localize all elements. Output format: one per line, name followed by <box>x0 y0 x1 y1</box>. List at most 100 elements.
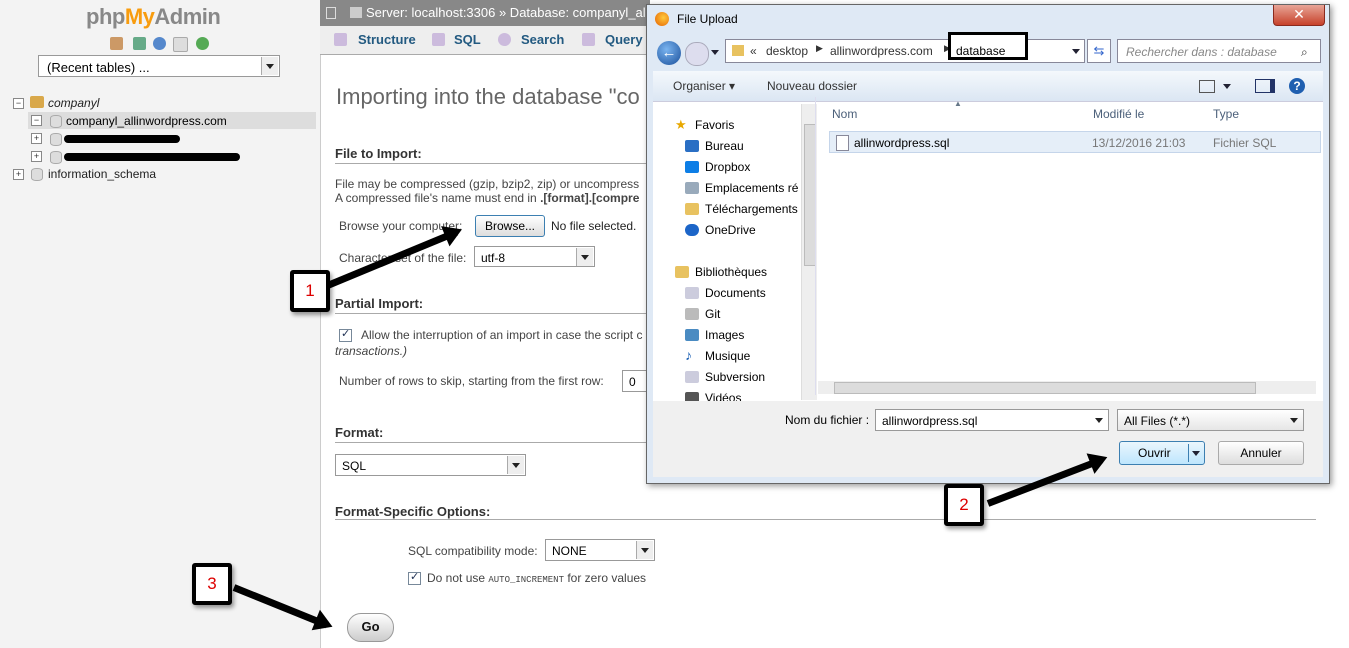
compressed-name-text: A compressed file's name must end in <box>335 191 541 205</box>
sidebar-item-emplacements[interactable]: Emplacements ré <box>705 181 798 195</box>
database-icon <box>50 151 62 164</box>
browse-button[interactable]: Browse... <box>475 215 545 237</box>
breadcrumb[interactable]: Server: localhost:3306 » Database: compa… <box>366 5 646 20</box>
allow-interrupt-label: Allow the interruption of an import in c… <box>361 328 643 342</box>
sidebar-item-documents[interactable]: Documents <box>705 286 766 300</box>
view-options-icon[interactable] <box>1199 80 1215 93</box>
go-button[interactable]: Go <box>347 613 394 642</box>
firefox-icon <box>655 12 669 26</box>
search-box[interactable]: Rechercher dans : database ⌕ <box>1117 39 1321 63</box>
home-icon[interactable] <box>110 37 123 50</box>
reload-icon[interactable] <box>196 37 209 50</box>
tree-item-companyl-allinwordpress[interactable]: companyl_allinwordpress.com <box>66 114 227 128</box>
file-row[interactable]: allinwordpress.sql 13/12/2016 21:03 Fich… <box>829 131 1321 153</box>
format-specific-heading: Format-Specific Options: <box>335 504 491 519</box>
chevron-down-icon[interactable] <box>1192 451 1200 456</box>
structure-icon <box>334 33 347 46</box>
sidebar-item-dropbox[interactable]: Dropbox <box>705 160 750 174</box>
collapse-icon[interactable]: − <box>31 115 42 126</box>
address-part-desktop[interactable]: desktop <box>766 44 808 58</box>
tab-search[interactable]: Search <box>521 32 564 47</box>
sidebar-item-subversion[interactable]: Subversion <box>705 370 765 384</box>
compressed-name-format: .[format].[compre <box>540 191 640 205</box>
open-button[interactable]: Ouvrir <box>1119 441 1205 465</box>
sort-ascending-icon: ▲ <box>954 99 962 108</box>
format-select[interactable]: SQL <box>335 454 526 476</box>
sidebar-item-telechargements[interactable]: Téléchargements <box>705 202 798 216</box>
cancel-button[interactable]: Annuler <box>1218 441 1304 465</box>
preview-pane-icon[interactable] <box>1255 79 1275 93</box>
phpmyadmin-logo[interactable]: phpMyAdmin <box>86 4 221 30</box>
file-upload-dialog: File Upload ✕ ← « desktop ▶ allinwordpre… <box>646 4 1330 484</box>
sql-compat-select[interactable]: NONE <box>545 539 655 561</box>
expand-icon[interactable]: + <box>31 133 42 144</box>
close-button[interactable]: ✕ <box>1273 5 1325 26</box>
scrollbar-thumb[interactable] <box>834 382 1256 394</box>
logo-my: My <box>124 4 155 29</box>
collapse-icon[interactable] <box>326 7 336 19</box>
sidebar-item-onedrive[interactable]: OneDrive <box>705 223 756 237</box>
redacted-database-name[interactable] <box>64 135 180 143</box>
open-button-label: Ouvrir <box>1138 446 1171 460</box>
file-list-hscrollbar[interactable] <box>818 381 1316 394</box>
tree-item-information-schema[interactable]: information_schema <box>48 167 156 181</box>
auto-increment-checkbox[interactable] <box>408 570 421 585</box>
database-icon <box>50 115 62 128</box>
database-group-icon <box>30 96 44 108</box>
chevron-down-icon[interactable] <box>1072 49 1080 54</box>
address-bar[interactable]: « desktop ▶ allinwordpress.com ▶ databas… <box>725 32 1085 63</box>
organize-button[interactable]: Organiser ▾ <box>673 79 735 93</box>
tree-root-companyl[interactable]: companyl <box>48 96 99 110</box>
address-part-allinwordpress[interactable]: allinwordpress.com <box>830 44 933 58</box>
subversion-icon <box>685 371 699 383</box>
charset-select[interactable]: utf-8 <box>474 246 595 267</box>
tab-bar: Structure SQL Search Query <box>320 26 650 55</box>
sidebar-libraries[interactable]: Bibliothèques <box>695 265 767 279</box>
chevron-down-icon[interactable] <box>1223 84 1231 89</box>
column-header-name[interactable]: Nom <box>832 107 857 121</box>
tab-query[interactable]: Query <box>605 32 643 47</box>
help-icon[interactable]: ? <box>1289 78 1305 94</box>
chevron-right-icon[interactable]: ▶ <box>816 43 823 54</box>
new-folder-button[interactable]: Nouveau dossier <box>767 79 857 93</box>
exit-icon[interactable] <box>133 37 146 50</box>
query-icon <box>582 33 595 46</box>
file-type-filter[interactable]: All Files (*.*) <box>1117 409 1304 431</box>
help-icon[interactable] <box>153 37 166 50</box>
expand-icon[interactable]: + <box>31 151 42 162</box>
chevron-down-icon <box>1091 411 1107 429</box>
column-header-type[interactable]: Type <box>1213 107 1239 121</box>
tab-structure[interactable]: Structure <box>358 32 416 47</box>
recent-places-icon <box>685 182 699 194</box>
address-overflow[interactable]: « <box>750 44 757 58</box>
chevron-down-icon <box>261 57 278 75</box>
sidebar-favorites[interactable]: Favoris <box>695 118 734 132</box>
allow-interrupt-checkbox[interactable] <box>339 327 352 342</box>
chevron-down-icon <box>576 248 593 266</box>
filename-input[interactable]: allinwordpress.sql <box>875 409 1109 431</box>
sidebar-item-git[interactable]: Git <box>705 307 720 321</box>
column-header-modified[interactable]: Modifié le <box>1093 107 1144 121</box>
database-icon <box>31 168 43 181</box>
chevron-down-icon <box>507 456 524 474</box>
refresh-button[interactable]: ⇆ <box>1087 39 1111 63</box>
git-icon <box>685 308 699 320</box>
docs-icon[interactable] <box>173 37 188 52</box>
sidebar-item-images[interactable]: Images <box>705 328 744 342</box>
redacted-database-name[interactable] <box>64 153 240 161</box>
sidebar-item-musique[interactable]: Musique <box>705 349 750 363</box>
chevron-down-icon <box>1286 411 1302 429</box>
annotation-callout-3: 3 <box>192 563 232 605</box>
dropbox-icon <box>685 161 699 173</box>
tab-sql[interactable]: SQL <box>454 32 481 47</box>
collapse-icon[interactable]: − <box>13 98 24 109</box>
file-type: Fichier SQL <box>1213 136 1277 150</box>
history-dropdown-icon[interactable] <box>711 50 719 55</box>
expand-icon[interactable]: + <box>13 169 24 180</box>
compression-note: File may be compressed (gzip, bzip2, zip… <box>335 177 640 191</box>
back-button[interactable]: ← <box>657 41 681 65</box>
address-part-database[interactable]: database <box>956 44 1005 58</box>
forward-button[interactable] <box>685 42 709 66</box>
recent-tables-select[interactable]: (Recent tables) ... <box>38 55 280 77</box>
sidebar-item-bureau[interactable]: Bureau <box>705 139 744 153</box>
